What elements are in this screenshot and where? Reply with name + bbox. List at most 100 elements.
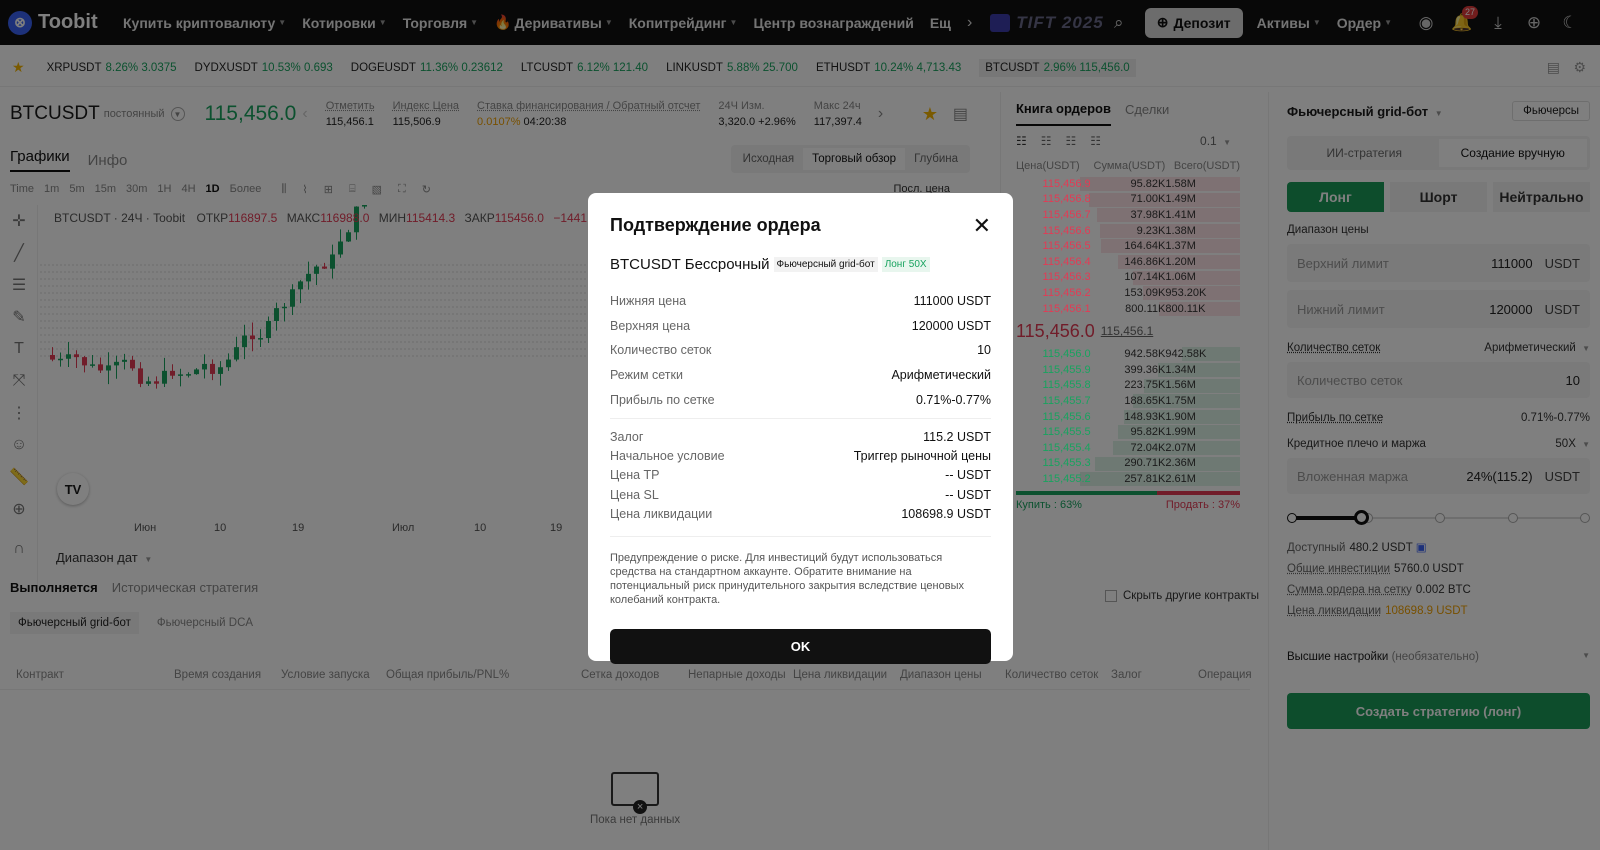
detail-value: 10 [977, 343, 991, 358]
ob-amount: 257.81K [1124, 472, 1166, 485]
ob-amount: 399.36K [1124, 363, 1166, 376]
detail-value: 115.2 USDT [923, 429, 991, 444]
bid-row[interactable]: 115,455.7 188.65K 1.75M [1001, 393, 1255, 409]
ask-row[interactable]: 115,456.1 800.11K 800.11K [1001, 301, 1255, 317]
ask-row[interactable]: 115,456.6 9.23K 1.38M [1001, 223, 1255, 239]
bid-row[interactable]: 115,456.0 942.58K 942.58K [1001, 346, 1255, 362]
modal-symbol-row: BTCUSDT Бессрочный Фьючерсный grid-бот Л… [610, 256, 991, 273]
ob-price: 115,455.7 [1042, 394, 1091, 407]
ob-amount: 72.04K [1130, 441, 1166, 454]
ob-total: 953.20K [1165, 286, 1207, 299]
ob-amount: 223.75K [1124, 379, 1166, 392]
detail-label: Нижняя цена [610, 294, 687, 309]
ob-total: 1.20M [1165, 255, 1196, 268]
ask-row[interactable]: 115,456.7 37.98K 1.41M [1001, 207, 1255, 223]
bid-row[interactable]: 115,455.8 223.75K 1.56M [1001, 378, 1255, 394]
detail-row: Нижняя цена 111000 USDT [610, 289, 991, 314]
detail-label: Количество сеток [610, 343, 712, 358]
modal-title: Подтверждение ордера [610, 215, 821, 235]
order-confirmation-modal: Подтверждение ордера ✕ BTCUSDT Бессрочны… [588, 193, 1013, 664]
ob-price: 115,456.0 [1042, 348, 1091, 361]
bid-row[interactable]: 115,455.5 95.82K 1.99M [1001, 424, 1255, 440]
ob-price: 115,455.8 [1042, 379, 1091, 392]
detail-label: Залог [610, 429, 644, 444]
close-icon[interactable]: ✕ [973, 214, 991, 236]
ob-total: 1.58M [1165, 177, 1196, 190]
ob-total: 1.90M [1165, 410, 1196, 423]
bid-row[interactable]: 115,455.3 290.71K 2.36M [1001, 456, 1255, 472]
detail-row: Режим сетки Арифметический [610, 363, 991, 388]
detail-label: Режим сетки [610, 368, 683, 383]
ask-row[interactable]: 115,456.5 164.64K 1.37M [1001, 238, 1255, 254]
modal-direction-tag: Лонг 50X [881, 257, 930, 272]
modal-bot-tag: Фьючерсный grid-бот [773, 257, 878, 272]
ob-amount: 107.14K [1124, 271, 1166, 284]
ob-total: 1.49M [1165, 193, 1196, 206]
ob-price: 115,455.5 [1042, 426, 1091, 439]
ob-total: 1.41M [1165, 208, 1196, 221]
ob-price: 115,456.2 [1042, 286, 1091, 299]
modal-details: Нижняя цена 111000 USDT Верхняя цена 12000… [610, 289, 991, 524]
ob-total: 1.37M [1165, 240, 1196, 253]
ob-amount: 9.23K [1136, 224, 1166, 237]
ob-total: 800.11K [1165, 302, 1206, 315]
bid-row[interactable]: 115,455.6 148.93K 1.90M [1001, 409, 1255, 425]
detail-label: Прибыль по сетке [610, 392, 715, 407]
ob-amount: 800.11K [1125, 302, 1166, 315]
ob-price: 115,456.8 [1042, 193, 1091, 206]
ob-amount: 942.58K [1124, 348, 1166, 361]
ob-total: 1.34M [1165, 363, 1196, 376]
detail-value: Триггер рыночной цены [853, 449, 991, 464]
ob-amount: 290.71K [1124, 457, 1166, 470]
bid-row[interactable]: 115,455.4 72.04K 2.07M [1001, 440, 1255, 456]
detail-label: Цена TP [610, 468, 660, 483]
ob-amount: 148.93K [1124, 410, 1166, 423]
detail-row: Залог 115.2 USDT [610, 427, 991, 446]
bids-list: 115,456.0 942.58K 942.58K 115,455.9 399.36K 1… [1001, 346, 1255, 487]
bid-row[interactable]: 115,455.9 399.36K 1.34M [1001, 362, 1255, 378]
ask-row[interactable]: 115,456.3 107.14K 1.06M [1001, 270, 1255, 286]
detail-label: Цена SL [610, 487, 659, 502]
ob-amount: 153.09K [1124, 286, 1166, 299]
ob-amount: 71.00K [1130, 193, 1166, 206]
ob-price: 115,456.1 [1042, 302, 1091, 315]
detail-row: Цена ликвидации 108698.9 USDT [610, 505, 991, 524]
ask-row[interactable]: 115,456.2 153.09K 953.20K [1001, 285, 1255, 301]
ob-amount: 188.65K [1124, 394, 1166, 407]
ob-total: 2.36M [1165, 457, 1196, 470]
ob-total: 2.07M [1165, 441, 1196, 454]
ok-button[interactable]: OK [610, 628, 991, 664]
ask-row[interactable]: 115,456.8 71.00K 1.49M [1001, 192, 1255, 208]
ob-total: 1.75M [1165, 394, 1196, 407]
ask-row[interactable]: 115,456.4 146.86K 1.20M [1001, 254, 1255, 270]
detail-row: Цена TP -- USDT [610, 466, 991, 485]
ob-price: 115,456.6 [1042, 224, 1091, 237]
bid-row[interactable]: 115,455.2 257.81K 2.61M [1001, 471, 1255, 487]
ob-total: 942.58K [1165, 348, 1207, 361]
ob-price: 115,456.4 [1042, 255, 1091, 268]
modal-symbol: BTCUSDT Бессрочный [610, 256, 770, 273]
detail-value: 108698.9 USDT [901, 507, 991, 522]
risk-warning: Предупреждение о риске. Для инвестиций б… [610, 535, 991, 607]
ob-price: 115,456.7 [1042, 208, 1091, 221]
ob-price: 115,455.6 [1042, 410, 1091, 423]
ob-price: 115,455.4 [1042, 441, 1091, 454]
ob-price: 115,455.9 [1042, 363, 1091, 376]
ob-price: 115,455.2 [1042, 472, 1091, 485]
ob-price: 115,456.9 [1042, 177, 1091, 190]
divider [610, 417, 991, 419]
modal-header: Подтверждение ордера ✕ [610, 214, 991, 236]
ob-price: 115,455.3 [1042, 457, 1091, 470]
detail-row: Цена SL -- USDT [610, 485, 991, 504]
ask-row[interactable]: 115,456.9 95.82K 1.58M [1001, 176, 1255, 192]
detail-label: Цена ликвидации [610, 507, 713, 522]
detail-row: Начальное условие Триггер рыночной цены [610, 446, 991, 465]
ob-total: 1.06M [1165, 271, 1196, 284]
detail-row: Прибыль по сетке 0.71%-0.77% [610, 387, 991, 412]
detail-label: Верхняя цена [610, 318, 691, 333]
detail-value: -- USDT [945, 487, 991, 502]
ob-amount: 146.86K [1124, 255, 1166, 268]
ob-price: 115,456.5 [1042, 240, 1091, 253]
ob-amount: 164.64K [1124, 240, 1166, 253]
ob-total: 1.99M [1165, 426, 1196, 439]
